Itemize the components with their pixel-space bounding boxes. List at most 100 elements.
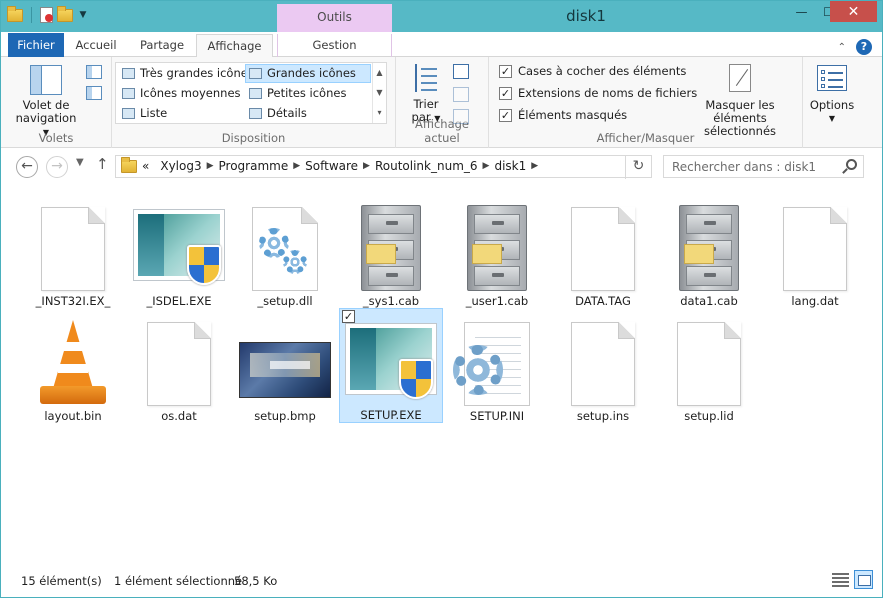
file-item[interactable]: _ISDEL.EXE bbox=[127, 194, 231, 309]
installer-exe-icon bbox=[345, 323, 437, 409]
properties-icon[interactable] bbox=[40, 7, 53, 23]
breadcrumb: « Xylog3 ▶ Programme ▶ Software ▶ Routol… bbox=[142, 159, 543, 173]
tab-share[interactable]: Partage bbox=[129, 34, 195, 57]
tab-manage[interactable]: Gestion bbox=[277, 34, 392, 57]
file-item[interactable]: _INST32I.EX_ bbox=[21, 194, 125, 309]
file-item[interactable]: _user1.cab bbox=[445, 194, 549, 309]
ribbon: Volet de navigation ▼ Volets Disposition… bbox=[1, 57, 882, 148]
layout-large-icons[interactable]: Grandes icônes bbox=[245, 64, 371, 83]
add-columns-icon[interactable] bbox=[453, 87, 469, 102]
layout-gallery: Très grandes icônes Grandes icônes Icône… bbox=[115, 62, 387, 124]
back-button[interactable]: ← bbox=[16, 156, 38, 178]
layout-extra-large-icons[interactable]: Très grandes icônes bbox=[118, 64, 254, 83]
file-item[interactable]: setup.bmp bbox=[233, 309, 337, 424]
layout-medium-icons[interactable]: Icônes moyennes bbox=[118, 84, 244, 103]
preview-pane-icon[interactable] bbox=[86, 65, 102, 79]
filing-cabinet-icon bbox=[361, 205, 421, 291]
chevron-right-icon[interactable]: ▶ bbox=[531, 161, 538, 171]
contextual-tab-header: Outils d'application bbox=[277, 4, 392, 51]
file-view: _INST32I.EX_ _ISDEL.EXE _setup.dll _sys1… bbox=[1, 186, 882, 564]
small-icons-icon bbox=[249, 88, 262, 99]
options-button[interactable]: Options ▼ bbox=[807, 63, 857, 125]
chevron-right-icon[interactable]: ▶ bbox=[293, 161, 300, 171]
file-item[interactable]: _sys1.cab bbox=[339, 194, 443, 309]
forward-button[interactable]: → bbox=[46, 156, 68, 178]
file-name: _sys1.cab bbox=[362, 294, 420, 308]
file-item[interactable]: DATA.TAG bbox=[551, 194, 655, 309]
checkbox-hidden-items[interactable]: ✓ Éléments masqués bbox=[499, 107, 627, 125]
search-icon[interactable] bbox=[846, 159, 857, 170]
folder-icon[interactable] bbox=[7, 5, 23, 22]
layout-details[interactable]: Détails bbox=[245, 104, 371, 123]
blank-document-icon bbox=[571, 322, 635, 406]
details-view-icon[interactable] bbox=[832, 572, 849, 587]
navigation-pane-button[interactable]: Volet de navigation ▼ bbox=[13, 63, 79, 139]
file-name: DATA.TAG bbox=[575, 294, 631, 308]
breadcrumb-xylog3[interactable]: Xylog3 bbox=[160, 159, 201, 173]
customize-toolbar-icon[interactable]: ▼ bbox=[77, 10, 89, 20]
hide-selected-label-2: sélectionnés bbox=[703, 124, 777, 138]
checkbox-item-checkboxes-box[interactable]: ✓ bbox=[499, 65, 512, 78]
checkbox-file-extensions[interactable]: ✓ Extensions de noms de fichiers bbox=[499, 85, 697, 103]
breadcrumb-programme[interactable]: Programme bbox=[219, 159, 289, 173]
dll-gear-icon bbox=[252, 207, 318, 291]
chevron-right-icon[interactable]: ▶ bbox=[207, 161, 214, 171]
breadcrumb-overflow[interactable]: « bbox=[142, 159, 149, 173]
refresh-icon[interactable]: ↻ bbox=[625, 156, 651, 179]
file-item[interactable]: SETUP.INI bbox=[445, 309, 549, 424]
breadcrumb-disk1[interactable]: disk1 bbox=[494, 159, 526, 173]
checkbox-hidden-items-box[interactable]: ✓ bbox=[499, 109, 512, 122]
group-by-icon[interactable] bbox=[453, 64, 469, 79]
breadcrumb-routolink[interactable]: Routolink_num_6 bbox=[375, 159, 478, 173]
new-folder-icon[interactable] bbox=[57, 5, 73, 22]
close-button[interactable]: ✕ bbox=[830, 1, 877, 22]
group-panes: Volet de navigation ▼ Volets bbox=[1, 57, 112, 148]
file-item-selected[interactable]: ✓ SETUP.EXE bbox=[339, 308, 443, 423]
blank-document-icon bbox=[571, 207, 635, 291]
item-checkbox[interactable]: ✓ bbox=[342, 310, 355, 323]
file-item[interactable]: os.dat bbox=[127, 309, 231, 424]
hide-selected-button[interactable]: Masquer les éléments sélectionnés bbox=[681, 63, 799, 138]
size-columns-icon[interactable] bbox=[453, 109, 469, 124]
tab-view[interactable]: Affichage bbox=[196, 34, 273, 58]
group-label-panes: Volets bbox=[38, 131, 74, 145]
address-bar[interactable]: « Xylog3 ▶ Programme ▶ Software ▶ Routol… bbox=[115, 155, 728, 179]
help-icon[interactable]: ? bbox=[856, 39, 872, 55]
file-item[interactable]: data1.cab bbox=[657, 194, 761, 309]
checkbox-item-checkboxes[interactable]: ✓ Cases à cocher des éléments bbox=[499, 63, 686, 81]
checkbox-file-extensions-box[interactable]: ✓ bbox=[499, 87, 512, 100]
tab-file[interactable]: Fichier bbox=[8, 33, 64, 57]
recent-locations-icon[interactable]: ▼ bbox=[76, 157, 84, 168]
file-item[interactable]: setup.ins bbox=[551, 309, 655, 424]
details-pane-icon[interactable] bbox=[86, 86, 102, 100]
breadcrumb-software[interactable]: Software bbox=[305, 159, 358, 173]
layout-small-icons[interactable]: Petites icônes bbox=[245, 84, 371, 103]
filing-cabinet-icon bbox=[679, 205, 739, 291]
extra-large-icons-icon bbox=[122, 68, 135, 79]
file-item[interactable]: layout.bin bbox=[21, 309, 125, 424]
file-item[interactable]: lang.dat bbox=[763, 194, 867, 309]
large-icons-view-icon[interactable] bbox=[854, 570, 873, 589]
explorer-window: ▼ Outils d'application disk1 — ☐ ✕ Fichi… bbox=[0, 0, 883, 598]
selection-size: 58,5 Ko bbox=[234, 574, 278, 588]
file-name: lang.dat bbox=[791, 294, 839, 308]
file-item[interactable]: setup.lid bbox=[657, 309, 761, 424]
minimize-button[interactable]: — bbox=[788, 1, 815, 22]
file-item[interactable]: _setup.dll bbox=[233, 194, 337, 309]
collapse-ribbon-icon[interactable]: ⌃ bbox=[838, 42, 846, 53]
layout-gallery-scroll[interactable]: ▲ ▼ ▾ bbox=[372, 63, 386, 123]
search-input[interactable] bbox=[664, 156, 834, 177]
address-row: ← → ▼ ↑ « Xylog3 ▶ Programme ▶ Software … bbox=[1, 148, 882, 186]
sort-by-button[interactable]: Trier par ▼ bbox=[409, 63, 443, 125]
tab-home[interactable]: Accueil bbox=[67, 34, 125, 57]
address-folder-icon bbox=[121, 157, 137, 173]
file-name: _setup.dll bbox=[257, 294, 313, 308]
blank-document-icon bbox=[147, 322, 211, 406]
chevron-right-icon[interactable]: ▶ bbox=[483, 161, 490, 171]
navigation-pane-label-2: navigation bbox=[15, 111, 77, 125]
up-arrow-icon[interactable]: ↑ bbox=[96, 155, 109, 173]
file-name: _ISDEL.EXE bbox=[146, 294, 212, 308]
search-box[interactable] bbox=[663, 155, 864, 178]
chevron-right-icon[interactable]: ▶ bbox=[363, 161, 370, 171]
layout-list[interactable]: Liste bbox=[118, 104, 244, 123]
